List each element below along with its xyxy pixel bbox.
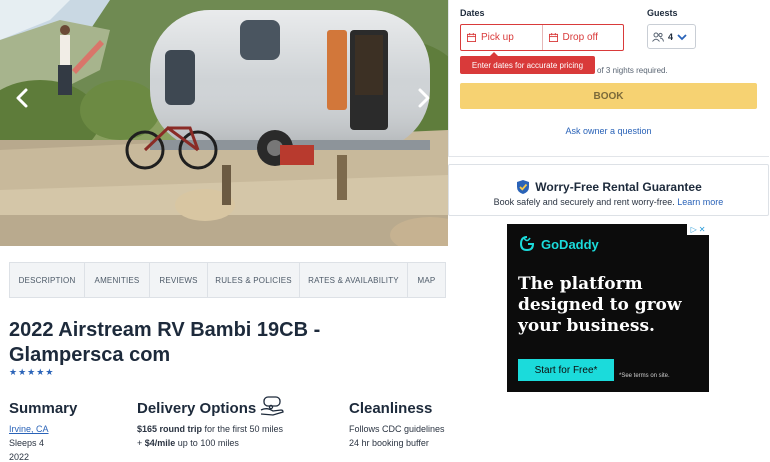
location-link[interactable]: Irvine, CA — [9, 422, 49, 436]
calendar-icon — [467, 33, 476, 42]
tab-amenities[interactable]: AMENITIES — [85, 263, 150, 297]
ad-info-icon: ▷ — [690, 225, 697, 234]
guests-value: 4 — [668, 31, 674, 42]
tab-rates-availability[interactable]: RATES & AVAILABILITY — [300, 263, 408, 297]
ad-choices-badge[interactable]: ▷ ✕ — [687, 224, 709, 235]
summary-heading: Summary — [9, 400, 78, 417]
godaddy-logo-icon — [519, 236, 535, 252]
star-icon: ★ — [36, 367, 45, 377]
guarantee-title-row: Worry-Free Rental Guarantee — [449, 179, 768, 195]
rating-stars[interactable]: ★ ★ ★ ★ ★ — [9, 368, 53, 377]
ad-close-icon: ✕ — [698, 225, 706, 234]
ad-headline: The platform designed to grow your busin… — [518, 274, 682, 336]
star-icon: ★ — [9, 367, 18, 377]
star-icon: ★ — [45, 367, 54, 377]
listing-title: 2022 Airstream RV Bambi 19CB - Glampersc… — [9, 319, 321, 366]
min-nights-text: of 3 nights required. — [597, 66, 668, 75]
date-range-picker: Pick up Drop off — [460, 24, 624, 51]
prev-photo-button[interactable] — [8, 84, 36, 112]
chevron-right-icon — [418, 88, 430, 108]
dropoff-label: Drop off — [562, 32, 598, 43]
guests-select[interactable]: 4 — [647, 24, 696, 49]
section-tabs: DESCRIPTION AMENITIES REVIEWS RULES & PO… — [9, 262, 446, 298]
chevron-down-icon — [677, 33, 687, 40]
listing-photo[interactable] — [0, 0, 448, 246]
ad-terms: *See terms on site. — [619, 373, 670, 379]
sleeps-text: Sleeps 4 — [9, 438, 45, 448]
guests-label: Guests — [647, 8, 678, 18]
dropoff-date-field[interactable]: Drop off — [541, 25, 624, 50]
airstream-photo — [0, 0, 448, 246]
guests-icon — [652, 32, 664, 42]
godaddy-ad[interactable]: ▷ ✕ GoDaddy The platform designed to gro… — [507, 224, 709, 392]
shield-icon — [517, 180, 530, 194]
delivery-heading: Delivery Options — [137, 400, 257, 417]
delivery-line-2: + $4/mile up to 100 miles — [137, 438, 239, 448]
pricing-tooltip: Enter dates for accurate pricing — [460, 52, 595, 74]
tab-reviews[interactable]: REVIEWS — [150, 263, 208, 297]
delivery-line-1: $165 round trip for the first 50 miles — [137, 424, 284, 434]
cleanliness-line-1: Follows CDC guidelines — [349, 424, 445, 434]
learn-more-link[interactable]: Learn more — [677, 197, 723, 207]
calendar-icon — [548, 33, 558, 42]
star-icon: ★ — [27, 367, 36, 377]
pickup-date-field[interactable]: Pick up — [461, 25, 542, 50]
start-for-free-button[interactable]: Start for Free* — [518, 359, 614, 381]
tab-map[interactable]: MAP — [408, 263, 445, 297]
tab-rules-policies[interactable]: RULES & POLICIES — [208, 263, 300, 297]
book-button[interactable]: BOOK — [460, 83, 757, 109]
guarantee-card: Worry-Free Rental Guarantee Book safely … — [448, 164, 769, 216]
delivery-trailer-icon — [260, 396, 284, 416]
chevron-left-icon — [16, 88, 28, 108]
cleanliness-line-2: 24 hr booking buffer — [349, 438, 429, 448]
pickup-label: Pick up — [481, 32, 514, 43]
godaddy-brand: GoDaddy — [541, 236, 599, 252]
guarantee-text: Book safely and securely and rent worry-… — [493, 197, 724, 207]
star-icon: ★ — [18, 367, 27, 377]
tab-description[interactable]: DESCRIPTION — [10, 263, 85, 297]
guarantee-title: Worry-Free Rental Guarantee — [535, 180, 702, 194]
ask-owner-link[interactable]: Ask owner a question — [460, 126, 757, 136]
next-photo-button[interactable] — [410, 84, 438, 112]
godaddy-logo: GoDaddy — [518, 235, 599, 253]
year-text: 2022 — [9, 452, 30, 462]
cleanliness-heading: Cleanliness — [349, 400, 433, 417]
dates-label: Dates — [460, 8, 485, 18]
